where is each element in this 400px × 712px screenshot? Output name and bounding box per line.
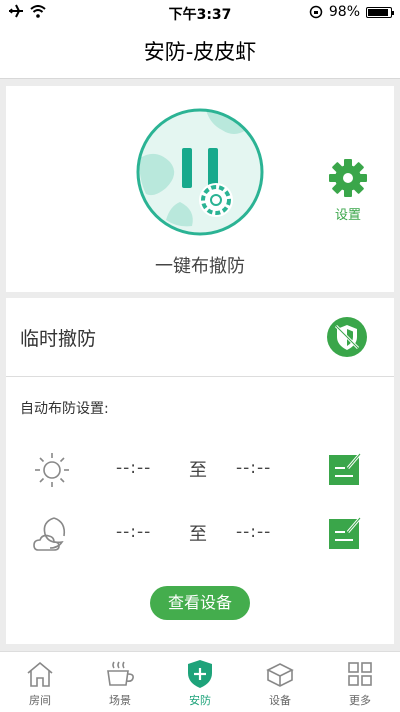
tab-bar: 房间 场景 安防 设备 更多: [0, 651, 400, 712]
arm-toggle-button[interactable]: [136, 108, 264, 236]
tab-scenes[interactable]: 场景: [80, 652, 160, 712]
night-schedule-row: --:-- 至 --:--: [6, 514, 394, 558]
tab-more[interactable]: 更多: [320, 652, 400, 712]
arm-label: 一键布撤防: [155, 256, 245, 277]
grid-icon: [348, 662, 372, 686]
shield-plus-icon: [188, 660, 212, 688]
tab-security-label: 安防: [189, 694, 211, 707]
day-to-label: 至: [189, 460, 207, 481]
settings-button[interactable]: 设置: [326, 158, 370, 223]
temporary-disarm-row[interactable]: 临时撤防: [6, 298, 394, 377]
day-schedule-row: --:-- 至 --:--: [6, 450, 394, 494]
tab-more-label: 更多: [349, 694, 371, 707]
night-end-time[interactable]: --:--: [236, 522, 271, 542]
home-icon: [27, 661, 53, 687]
gear-icon: [329, 159, 367, 197]
edit-icon[interactable]: [328, 452, 362, 486]
coffee-cup-icon: [107, 661, 134, 686]
tab-rooms-label: 房间: [29, 694, 51, 707]
tab-scenes-label: 场景: [109, 694, 131, 707]
nav-bar: 安防-皮皮虾: [0, 26, 400, 79]
tab-devices[interactable]: 设备: [240, 652, 320, 712]
day-start-time[interactable]: --:--: [116, 458, 151, 478]
device-icon: [266, 663, 294, 687]
view-devices-button[interactable]: 查看设备: [150, 586, 250, 620]
status-bar: 下午3:37 98%: [0, 0, 400, 26]
security-options-card: 临时撤防 自动布防设置: --:-- 至 --:-- --:-- 至 --:--…: [6, 298, 394, 644]
tab-rooms[interactable]: 房间: [0, 652, 80, 712]
day-end-time[interactable]: --:--: [236, 458, 271, 478]
night-start-time[interactable]: --:--: [116, 522, 151, 542]
page-title: 安防-皮皮虾: [143, 40, 257, 64]
shield-off-icon[interactable]: [326, 316, 368, 358]
rotation-lock-icon: [309, 5, 323, 19]
tab-security[interactable]: 安防: [160, 652, 240, 712]
moon-cloud-icon: [33, 517, 66, 551]
night-to-label: 至: [189, 524, 207, 545]
edit-icon[interactable]: [328, 516, 362, 550]
status-right: 98%: [309, 4, 394, 20]
arm-card: 一键布撤防 设置: [6, 86, 394, 292]
auto-arm-title: 自动布防设置:: [20, 401, 109, 417]
battery-icon: [366, 6, 394, 18]
temporary-disarm-label: 临时撤防: [20, 328, 97, 350]
sun-icon: [35, 453, 69, 487]
battery-percent: 98%: [328, 4, 360, 20]
settings-label: 设置: [334, 208, 361, 223]
tab-devices-label: 设备: [269, 694, 291, 707]
